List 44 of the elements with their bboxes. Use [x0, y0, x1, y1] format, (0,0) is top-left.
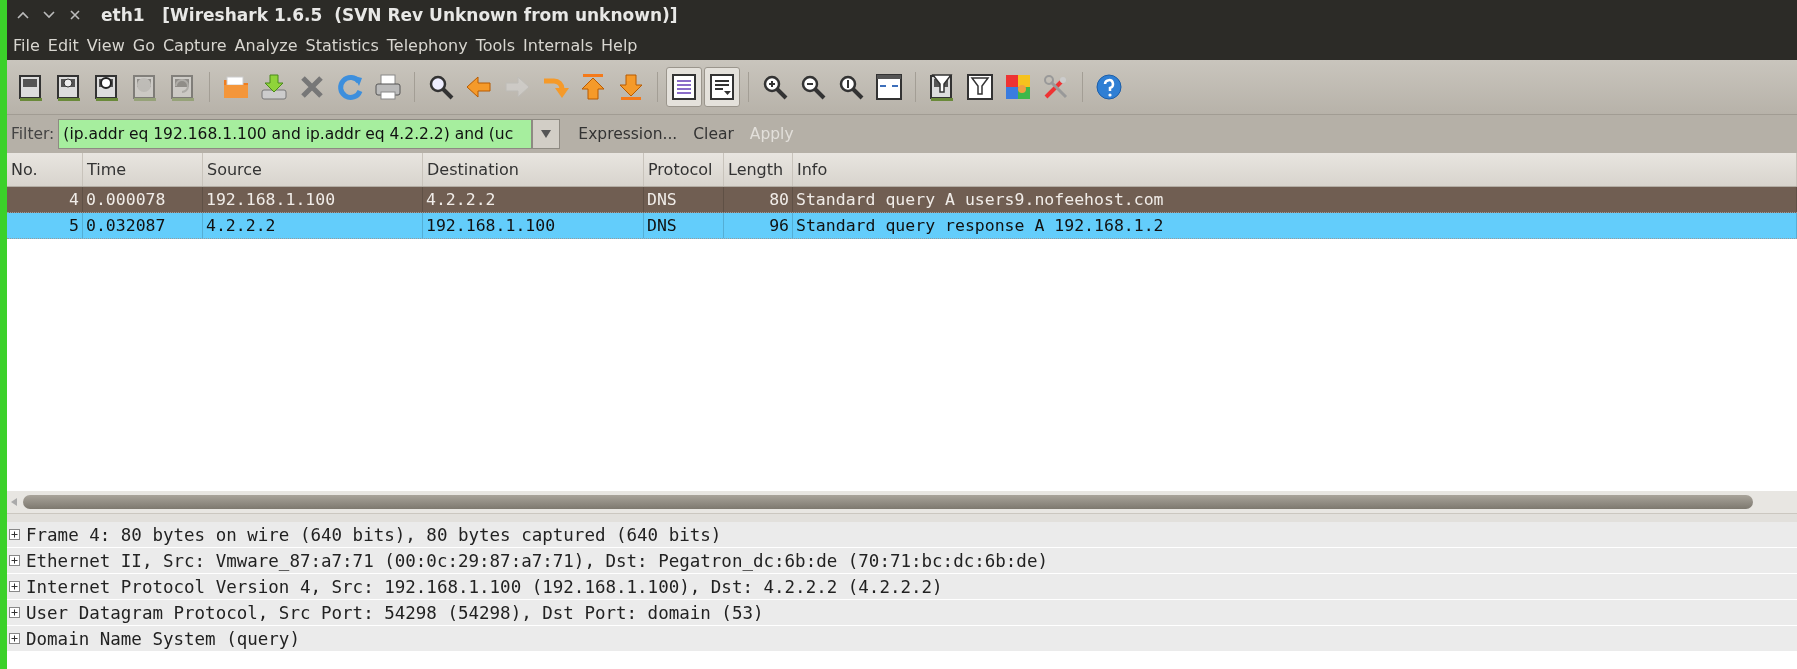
expand-icon[interactable] [9, 581, 20, 592]
packet-row[interactable]: 4 0.000078 192.168.1.100 4.2.2.2 DNS 80 Standard query A users9.nofeehost.com [7, 187, 1797, 213]
close-icon[interactable] [69, 10, 81, 20]
menu-item[interactable]: Go [128, 35, 159, 55]
menu-item[interactable]: Telephony [382, 35, 472, 55]
column-header[interactable]: Time [83, 153, 203, 186]
menu-item[interactable]: View [82, 35, 129, 55]
expand-icon[interactable] [9, 555, 20, 566]
dropdown-button[interactable] [532, 119, 561, 149]
column-header[interactable]: Destination [423, 153, 644, 186]
filter-field[interactable]: (ip.addr eq 192.168.1.100 and ip.addr eq 4.2.2.2) and (uc [58, 119, 533, 149]
chevron-down-icon[interactable] [43, 10, 55, 20]
filter-button[interactable]: Clear [685, 125, 742, 143]
menu-item[interactable]: Statistics [301, 35, 383, 55]
help-icon[interactable] [1094, 72, 1124, 102]
column-header[interactable]: Info [793, 153, 1797, 186]
horizontal-scrollbar[interactable] [7, 491, 1797, 513]
list-scroll-icon[interactable] [707, 72, 737, 102]
column-header[interactable]: Length [724, 153, 793, 186]
menu-item[interactable]: File [9, 35, 44, 55]
column-header[interactable]: Source [203, 153, 423, 186]
printer-icon[interactable] [373, 72, 403, 102]
expression-button[interactable]: Expression... [570, 125, 686, 143]
menu-item[interactable]: Capture [158, 35, 231, 55]
menu-item[interactable]: Internals [519, 35, 598, 55]
expand-icon[interactable] [9, 633, 20, 644]
column-header[interactable]: No. [7, 153, 83, 186]
menu-item[interactable]: Edit [43, 35, 83, 55]
packet-row[interactable]: 5 0.032087 4.2.2.2 192.168.1.100 DNS 96 Standard query response A 192.168.1.2 [7, 213, 1797, 239]
menu-item[interactable]: Analyze [230, 35, 302, 55]
filter-icon[interactable] [965, 72, 995, 102]
caret-icon [541, 130, 552, 138]
colored-list-icon[interactable] [669, 72, 699, 102]
window-title: eth1 [Wireshark 1.6.5 (SVN Rev Unknown from unknown)] [101, 5, 678, 25]
chevron-up-icon[interactable] [17, 10, 29, 20]
filter-label: Filter: [11, 125, 55, 143]
column-header[interactable]: Protocol [644, 153, 724, 186]
resize-columns-icon[interactable] [874, 72, 904, 102]
expand-icon[interactable] [9, 529, 20, 540]
palette-icon[interactable] [1003, 72, 1033, 102]
menu-item[interactable]: Help [597, 35, 642, 55]
menu-item[interactable]: Tools [471, 35, 520, 55]
tree-item[interactable]: Domain Name System (query) [26, 628, 300, 649]
expand-icon[interactable] [9, 607, 20, 618]
